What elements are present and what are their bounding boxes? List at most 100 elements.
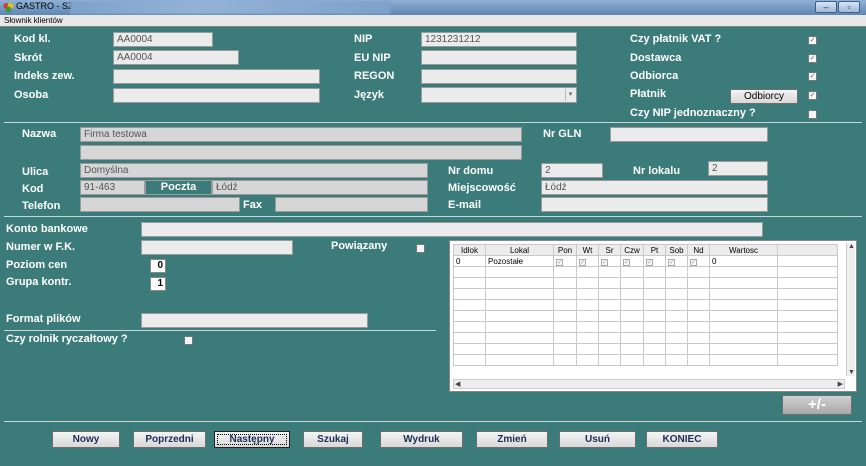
numerfk-field[interactable] [141, 240, 293, 255]
empty-row [453, 321, 838, 333]
koniec-button[interactable]: KONIEC [646, 431, 718, 448]
cell-pon[interactable]: ✓ [553, 255, 577, 267]
konto-label: Konto bankowe [6, 223, 88, 235]
jezyk-select[interactable] [421, 87, 577, 103]
scroll-up-icon[interactable]: ▲ [848, 243, 855, 250]
scroll-left-icon[interactable]: ◀ [455, 380, 460, 388]
sr-checkbox[interactable]: ✓ [601, 258, 608, 266]
minimize-button[interactable]: – [815, 1, 837, 13]
email-field[interactable] [541, 197, 768, 212]
nd-checkbox[interactable]: ✓ [690, 258, 697, 266]
nrdomu-field[interactable]: 2 [541, 163, 603, 178]
cell-czw[interactable]: ✓ [620, 255, 644, 267]
col-lokal[interactable]: Lokal [485, 244, 554, 256]
cell-sr[interactable]: ✓ [598, 255, 621, 267]
czw-checkbox[interactable]: ✓ [623, 258, 630, 266]
powiazany-label: Powiązany [331, 240, 388, 252]
empty-row [453, 310, 838, 322]
grupa-field[interactable]: 1 [150, 277, 166, 291]
poziom-field[interactable]: 0 [150, 259, 166, 273]
eunip-field[interactable] [421, 50, 577, 65]
sob-checkbox[interactable]: ✓ [668, 258, 675, 266]
jezyk-label: Język [354, 89, 384, 101]
format-field[interactable] [141, 313, 368, 328]
zmien-button[interactable]: Zmień [476, 431, 548, 448]
odbiorca-checkbox[interactable]: ✓ [808, 72, 817, 81]
wydruk-button[interactable]: Wydruk [380, 431, 463, 448]
blurred-taskbar-area [70, 1, 390, 14]
divider-top [4, 122, 862, 123]
vat-checkbox[interactable]: ✓ [808, 36, 817, 45]
col-wt[interactable]: Wt [576, 244, 599, 256]
dostawca-label: Dostawca [630, 52, 682, 64]
indeks-field[interactable] [113, 69, 320, 84]
cell-idlok[interactable]: 0 [453, 255, 486, 267]
usun-button[interactable]: Usuń [559, 431, 636, 448]
pon-checkbox[interactable]: ✓ [556, 258, 563, 266]
cell-sob[interactable]: ✓ [665, 255, 688, 267]
szukaj-button[interactable]: Szukaj [303, 431, 363, 448]
odbiorcy-button[interactable]: Odbiorcy [730, 89, 798, 104]
poczta-label: Poczta [145, 180, 212, 195]
cell-lokal[interactable]: Pozostałe [485, 255, 554, 267]
fax-field[interactable] [275, 197, 428, 212]
rolnik-checkbox[interactable] [184, 336, 193, 345]
col-sr[interactable]: Sr [598, 244, 621, 256]
nip-label: NIP [354, 33, 373, 45]
powiazany-checkbox[interactable] [416, 244, 425, 253]
grupa-label: Grupa kontr. [6, 276, 72, 288]
regon-field[interactable] [421, 69, 577, 84]
plus-minus-button[interactable]: +/- [782, 395, 852, 415]
platnik-checkbox[interactable]: ✓ [808, 91, 817, 100]
miejscowosc-field[interactable]: Łódź [541, 180, 768, 195]
cell-wartosc[interactable]: 0 [709, 255, 778, 267]
col-pon[interactable]: Pon [553, 244, 577, 256]
jezyk-dropdown-icon[interactable]: ▾ [565, 89, 575, 101]
col-czw[interactable]: Czw [620, 244, 644, 256]
lokale-grid[interactable]: Idlok Lokal Pon Wt Sr Czw Pt Sob Nd Wart… [449, 240, 857, 392]
kod-pocztowy-field[interactable]: 91-463 [80, 180, 145, 195]
col-sob[interactable]: Sob [665, 244, 688, 256]
poprzedni-button[interactable]: Poprzedni [133, 431, 206, 448]
scroll-down-icon[interactable]: ▼ [848, 369, 855, 376]
scroll-right-icon[interactable]: ▶ [838, 380, 843, 388]
konto-field[interactable] [141, 222, 763, 237]
dostawca-checkbox[interactable]: ✓ [808, 54, 817, 63]
cell-nd[interactable]: ✓ [687, 255, 710, 267]
nipjedn-checkbox[interactable] [808, 110, 817, 119]
nazwa-field[interactable]: Firma testowa [80, 127, 522, 142]
vat-label: Czy płatnik VAT ? [630, 33, 722, 45]
col-nd[interactable]: Nd [687, 244, 710, 256]
fax-label: Fax [243, 199, 262, 211]
wt-checkbox[interactable]: ✓ [579, 258, 586, 266]
nrlokalu-field[interactable]: 2 [708, 161, 768, 176]
grid-header-row: Idlok Lokal Pon Wt Sr Czw Pt Sob Nd Wart… [453, 244, 838, 256]
telefon-label: Telefon [22, 200, 61, 212]
empty-row [453, 332, 838, 344]
col-pt[interactable]: Pt [643, 244, 666, 256]
kod-field[interactable]: AA0004 [113, 32, 213, 47]
poczta-field[interactable]: Łódź [212, 180, 428, 195]
osoba-field[interactable] [113, 88, 320, 103]
skrot-field[interactable]: AA0004 [113, 50, 239, 65]
cell-wt[interactable]: ✓ [576, 255, 599, 267]
nowy-button[interactable]: Nowy [52, 431, 120, 448]
col-idlok[interactable]: Idlok [453, 244, 486, 256]
telefon-field[interactable] [80, 197, 240, 212]
pt-checkbox[interactable]: ✓ [646, 258, 653, 266]
osoba-label: Osoba [14, 89, 49, 101]
grid-vertical-scrollbar[interactable]: ▲ ▼ [846, 243, 855, 376]
nazwa-label: Nazwa [22, 128, 57, 140]
cell-pt[interactable]: ✓ [643, 255, 666, 267]
nip-field[interactable]: 1231231212 [421, 32, 577, 47]
table-row[interactable]: 0 Pozostałe ✓ ✓ ✓ ✓ ✓ ✓ ✓ 0 [453, 255, 838, 267]
divider-bottom [4, 421, 862, 422]
nastepny-button[interactable]: Następny [214, 431, 290, 448]
nazwa2-field[interactable] [80, 145, 522, 160]
gln-field[interactable] [610, 127, 768, 142]
grid-horizontal-scrollbar[interactable]: ◀ ▶ [453, 379, 845, 389]
ulica-field[interactable]: Domyślna [80, 163, 428, 178]
col-wartosc[interactable]: Wartosc [709, 244, 778, 256]
restore-button[interactable]: ▫ [838, 1, 860, 13]
ulica-label: Ulica [22, 166, 49, 178]
